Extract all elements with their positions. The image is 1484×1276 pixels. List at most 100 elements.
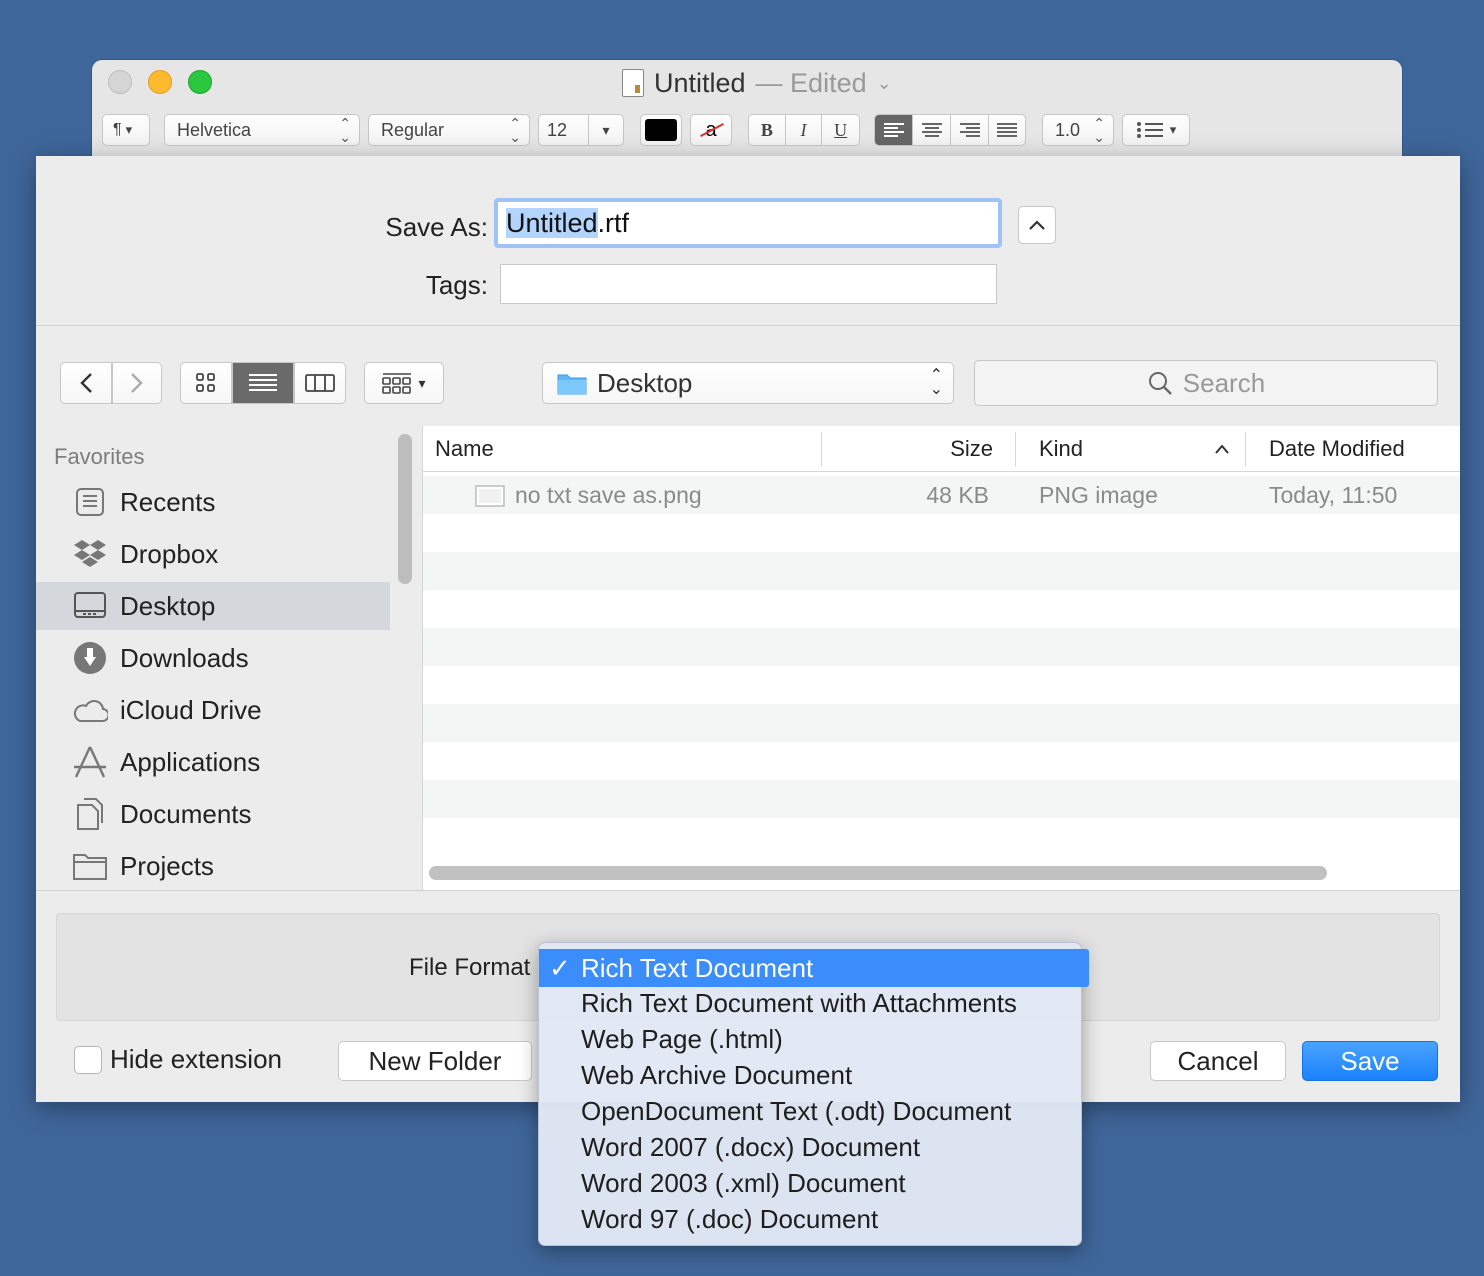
sidebar-item-documents[interactable]: Documents — [36, 790, 390, 838]
align-right-button[interactable] — [951, 115, 989, 145]
align-right-icon — [959, 123, 980, 137]
sidebar-item-label: Downloads — [120, 642, 249, 673]
save-name-section: Save As: Untitled.rtf Tags: — [36, 156, 1460, 326]
menu-item-odt[interactable]: OpenDocument Text (.odt) Document — [539, 1093, 1081, 1129]
search-icon — [1148, 372, 1172, 395]
line-spacing-select[interactable]: 1.0 ⌃ ⌄ — [1042, 114, 1114, 146]
column-header-date[interactable]: Date Modified — [1269, 426, 1405, 472]
list-view-button[interactable] — [232, 362, 294, 404]
column-divider[interactable] — [821, 432, 822, 466]
file-list: Name Size Kind Date Modified no txt save… — [422, 426, 1460, 890]
chevron-left-icon — [80, 373, 92, 393]
file-kind: PNG image — [1039, 482, 1158, 508]
menu-item-xml[interactable]: Word 2003 (.xml) Document — [539, 1165, 1081, 1201]
checkmark-icon: ✓ — [549, 953, 571, 983]
menu-item-rich-text[interactable]: ✓ Rich Text Document — [539, 949, 1089, 987]
updown-chevron-icon: ⌃ ⌄ — [929, 366, 943, 398]
downloads-icon — [72, 640, 108, 676]
column-view-button[interactable] — [294, 362, 346, 404]
table-row[interactable]: no txt save as.png 48 KB PNG image Today… — [423, 476, 1460, 514]
underline-button[interactable]: U — [822, 115, 859, 145]
image-file-icon — [475, 485, 505, 507]
close-window-button[interactable] — [108, 70, 132, 94]
sidebar-item-recents[interactable]: Recents — [36, 478, 390, 526]
text-color-well[interactable] — [640, 114, 682, 146]
column-header-size[interactable]: Size — [943, 426, 993, 472]
file-format-label: File Format — [409, 954, 531, 981]
save-button[interactable]: Save — [1302, 1041, 1438, 1081]
empty-row — [423, 818, 1460, 856]
column-divider[interactable] — [1245, 432, 1246, 466]
empty-row — [423, 780, 1460, 818]
forward-button[interactable] — [112, 362, 162, 404]
sidebar-item-label: Recents — [120, 486, 216, 517]
text-color-swatch — [645, 119, 677, 141]
empty-row — [423, 666, 1460, 704]
align-center-icon — [921, 123, 942, 137]
sidebar-item-applications[interactable]: Applications — [36, 738, 390, 786]
location-popup[interactable]: Desktop ⌃ ⌄ — [542, 362, 954, 404]
menu-item-docx[interactable]: Word 2007 (.docx) Document — [539, 1129, 1081, 1165]
sidebar-item-label: Projects — [120, 850, 214, 881]
back-button[interactable] — [60, 362, 112, 404]
documents-icon — [72, 796, 108, 832]
font-size-combo[interactable]: 12 ▾ — [538, 114, 624, 146]
font-style-select[interactable]: Regular ⌃ ⌄ — [368, 114, 530, 146]
column-divider[interactable] — [1015, 432, 1016, 466]
bold-button[interactable]: B — [749, 115, 786, 145]
align-left-icon — [883, 123, 904, 137]
zoom-window-button[interactable] — [188, 70, 212, 94]
font-family-select[interactable]: Helvetica ⌃ ⌄ — [164, 114, 360, 146]
updown-chevron-icon: ⌃ ⌄ — [509, 115, 521, 145]
column-header-name[interactable]: Name — [435, 426, 494, 472]
align-justify-button[interactable] — [989, 115, 1025, 145]
align-justify-icon — [997, 123, 1017, 137]
minimize-window-button[interactable] — [148, 70, 172, 94]
tags-field[interactable] — [500, 264, 997, 304]
sidebar-item-dropbox[interactable]: Dropbox — [36, 530, 390, 578]
highlight-color-well[interactable]: a — [690, 114, 732, 146]
horizontal-scrollbar[interactable] — [429, 866, 1327, 880]
save-as-label: Save As: — [385, 212, 488, 242]
dropbox-icon — [72, 536, 108, 572]
column-header-kind[interactable]: Kind — [1039, 426, 1083, 472]
tags-label: Tags: — [425, 270, 488, 300]
italic-button[interactable]: I — [786, 115, 823, 145]
folder-icon — [72, 848, 108, 884]
chevron-down-icon: ▾ — [125, 122, 133, 137]
window-title[interactable]: Untitled — Edited ⌄ — [622, 66, 892, 100]
menu-item-web-page[interactable]: Web Page (.html) — [539, 1021, 1081, 1057]
menu-item-doc[interactable]: Word 97 (.doc) Document — [539, 1201, 1081, 1237]
sidebar-item-downloads[interactable]: Downloads — [36, 634, 390, 682]
menu-item-web-archive[interactable]: Web Archive Document — [539, 1057, 1081, 1093]
save-as-field[interactable]: Untitled.rtf — [494, 198, 1002, 248]
sidebar-item-icloud-drive[interactable]: iCloud Drive — [36, 686, 390, 734]
new-folder-button[interactable]: New Folder — [338, 1041, 532, 1081]
file-format-menu: ✓ Rich Text Document Rich Text Document … — [538, 942, 1089, 1246]
empty-row — [423, 704, 1460, 742]
collapse-sheet-button[interactable] — [1018, 206, 1056, 244]
chevron-down-icon: ▾ — [1169, 122, 1177, 137]
menu-item-rich-text-attachments[interactable]: Rich Text Document with Attachments — [539, 985, 1081, 1021]
sidebar-item-desktop[interactable]: Desktop — [36, 582, 390, 630]
chevron-down-icon: ⌄ — [876, 72, 892, 93]
search-field[interactable]: Search — [974, 360, 1438, 406]
cancel-button[interactable]: Cancel — [1150, 1041, 1286, 1081]
alignment-segmented — [874, 114, 1026, 146]
arrange-button[interactable]: ▾ — [364, 362, 444, 404]
sidebar-item-projects[interactable]: Projects — [36, 842, 390, 890]
chevron-down-icon[interactable]: ▾ — [589, 122, 623, 139]
font-style-value: Regular — [381, 119, 445, 140]
align-left-button[interactable] — [875, 115, 913, 145]
sidebar-scrollbar[interactable] — [398, 434, 412, 584]
align-center-button[interactable] — [913, 115, 951, 145]
line-spacing-value: 1.0 — [1055, 119, 1081, 140]
list-bullets-menu[interactable]: ▾ — [1122, 114, 1190, 146]
hide-extension-checkbox[interactable] — [74, 1046, 102, 1074]
paragraph-styles-menu[interactable]: ¶ ▾ — [102, 114, 150, 146]
updown-chevron-icon: ⌃ ⌄ — [339, 115, 351, 145]
chevron-up-icon — [1029, 220, 1045, 230]
applications-icon — [72, 744, 108, 780]
icon-view-button[interactable] — [180, 362, 232, 404]
bullet-list-icon — [1136, 122, 1163, 138]
